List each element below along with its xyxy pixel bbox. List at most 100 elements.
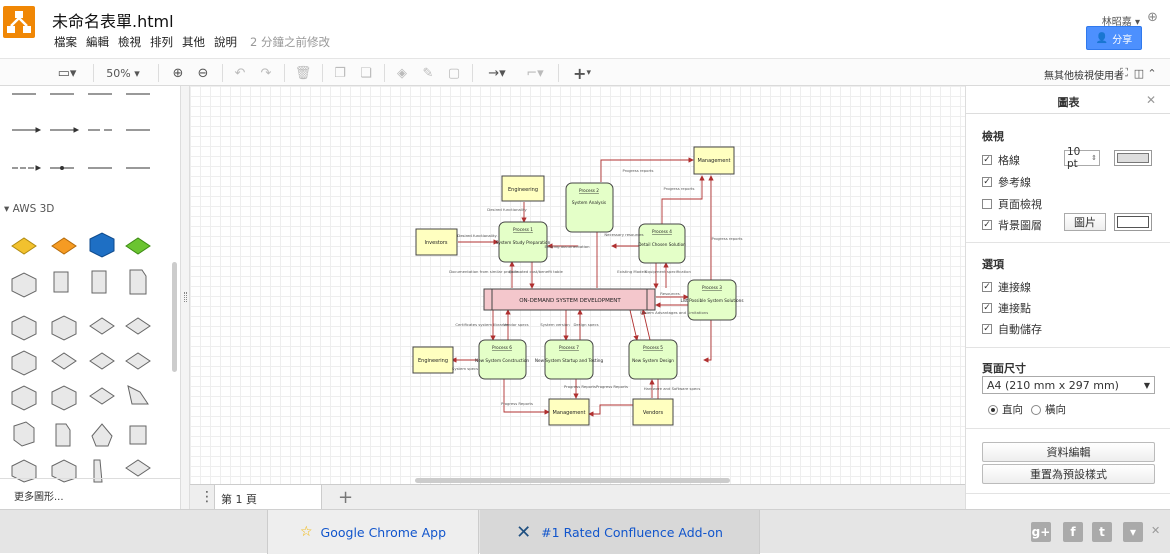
diagram[interactable]: ON-DEMAND SYSTEM DEVELOPMENT Engineering…	[190, 86, 965, 484]
checkbox-icon: ✓	[982, 303, 992, 313]
flow-label: Progress Reports	[596, 384, 628, 389]
process-2-id: Process 2	[579, 188, 599, 193]
background-layer-label: 背景圖層	[998, 219, 1042, 232]
confluence-label: #1 Rated Confluence Add-on	[541, 524, 723, 540]
process-5-id: Process 5	[643, 345, 663, 350]
page-format-icon[interactable]: ▭▾	[52, 63, 82, 83]
guides-label: 參考線	[998, 176, 1031, 189]
ext-management-top: Management	[698, 158, 731, 164]
autosave-label: 自動儲存	[998, 323, 1042, 336]
checkbox-icon: ✓	[982, 177, 992, 187]
facebook-icon[interactable]: f	[1063, 522, 1083, 542]
process-4-name: Detail Chosen Solution	[638, 242, 686, 247]
format-panel-title: 圖表	[966, 86, 1170, 114]
line-color-icon[interactable]: ✎	[418, 63, 438, 83]
twitter-icon[interactable]: t	[1092, 522, 1112, 542]
page-size-select[interactable]: A4 (210 mm x 297 mm) ▼	[982, 376, 1155, 394]
flow-label: Progress Reports	[564, 384, 596, 389]
reset-style-button[interactable]: 重置為預設樣式	[982, 464, 1155, 484]
zoom-out-icon[interactable]: ⊖	[193, 63, 213, 83]
waypoints-icon[interactable]: ⌐▾	[520, 63, 550, 83]
process-6-id: Process 6	[492, 345, 512, 350]
ext-investors: Investors	[425, 240, 448, 246]
background-color-button[interactable]	[1114, 213, 1152, 231]
checkbox-icon: ✓	[982, 282, 992, 292]
grid-size-input[interactable]: 10 pt ⇕	[1064, 146, 1100, 170]
menu-view[interactable]: 檢視	[118, 34, 141, 50]
menu-edit[interactable]: 編輯	[86, 34, 109, 50]
drawing-canvas[interactable]: ON-DEMAND SYSTEM DEVELOPMENT Engineering…	[190, 86, 965, 484]
shape-palette[interactable]	[0, 86, 181, 509]
redo-icon[interactable]: ↷	[256, 63, 276, 83]
more-shapes-link[interactable]: 更多圖形...	[14, 488, 64, 503]
globe-icon[interactable]: ⊕	[1147, 10, 1158, 25]
ext-engineering-bottom: Engineering	[418, 358, 448, 364]
fill-color-icon[interactable]: ◈	[392, 63, 412, 83]
drawio-logo	[3, 6, 35, 38]
confluence-icon: ✕	[516, 521, 532, 543]
chrome-app-ad[interactable]: ☆ Google Chrome App	[267, 510, 479, 554]
checkbox-icon: ✓	[982, 155, 992, 165]
canvas-hscrollbar[interactable]	[415, 478, 730, 483]
zoom-in-icon[interactable]: ⊕	[168, 63, 188, 83]
aws-3d-label: AWS 3D	[12, 203, 55, 215]
background-layer-checkbox[interactable]: ✓ 背景圖層	[982, 217, 1042, 233]
landscape-label: 橫向	[1045, 404, 1066, 416]
menu-help[interactable]: 說明	[214, 34, 237, 50]
delete-icon[interactable]: 🗑	[293, 63, 313, 83]
spinner-icon[interactable]: ⇕	[1091, 154, 1097, 162]
undo-icon[interactable]: ↶	[230, 63, 250, 83]
sidebar-splitter[interactable]	[181, 86, 190, 509]
flow-label: Desired functionality	[487, 207, 527, 212]
sidebar-scrollbar[interactable]	[172, 262, 177, 372]
grid-checkbox[interactable]: ✓ 格線	[982, 152, 1020, 168]
menu-file[interactable]: 檔案	[54, 34, 77, 50]
page-menu-icon[interactable]: ⋮	[200, 489, 214, 505]
edit-data-button[interactable]: 資料編輯	[982, 442, 1155, 462]
viewers-status: 無其他檢視使用者	[1044, 71, 1124, 82]
flow-label: Progress Reports	[501, 401, 533, 406]
tab-page-1[interactable]: 第 1 頁	[214, 485, 322, 510]
close-footer-icon[interactable]: ✕	[1151, 524, 1160, 537]
close-icon[interactable]: ✕	[1146, 93, 1156, 107]
shadow-icon[interactable]: ▢	[444, 63, 464, 83]
autosave-checkbox[interactable]: ✓ 自動儲存	[982, 321, 1042, 337]
page-1-label: 第 1 頁	[221, 493, 257, 506]
connection-points-checkbox[interactable]: ✓ 連接點	[982, 300, 1031, 316]
flow-label: Existing documentation	[544, 244, 590, 249]
page-view-checkbox[interactable]: 頁面檢視	[982, 196, 1042, 212]
document-title[interactable]: 未命名表單.html	[52, 8, 174, 32]
grid-color-button[interactable]	[1114, 150, 1152, 166]
share-button[interactable]: 👤 分享	[1086, 26, 1142, 50]
checkbox-icon: ✓	[982, 220, 992, 230]
collapse-icon[interactable]: ⌃	[1146, 63, 1158, 83]
menu-extras[interactable]: 其他	[182, 34, 205, 50]
flow-label: Progress reports	[664, 186, 695, 191]
to-back-icon[interactable]: ❏	[356, 63, 376, 83]
flow-label: Existing Models	[617, 269, 647, 274]
insert-icon[interactable]: + ▾	[567, 63, 597, 83]
image-button[interactable]: 圖片	[1064, 213, 1106, 231]
grid-color-swatch	[1117, 153, 1149, 163]
connection-arrows-checkbox[interactable]: ✓ 連接線	[982, 279, 1031, 295]
landscape-radio[interactable]	[1031, 404, 1041, 415]
confluence-addon-ad[interactable]: ✕ #1 Rated Confluence Add-on	[480, 510, 760, 554]
fullscreen-icon[interactable]: ⛶	[1117, 63, 1131, 83]
google-plus-icon[interactable]: g+	[1031, 522, 1051, 542]
add-page-button[interactable]: +	[338, 487, 353, 508]
aws-3d-section[interactable]: ▾ AWS 3D	[4, 203, 54, 215]
zoom-select[interactable]: 50% ▾	[98, 63, 148, 83]
flow-label: Equipment specification	[645, 269, 691, 274]
connection-icon[interactable]: →▾	[482, 63, 512, 83]
guides-checkbox[interactable]: ✓ 參考線	[982, 174, 1031, 190]
format-panel-icon[interactable]: ◫	[1133, 63, 1145, 83]
shapes-sidebar: ▾ AWS 3D 更多圖形...	[0, 86, 181, 509]
to-front-icon[interactable]: ❐	[330, 63, 350, 83]
page-view-label: 頁面檢視	[998, 198, 1042, 211]
feedback-icon[interactable]: ▾	[1123, 522, 1143, 542]
chevron-down-icon: ▼	[1143, 380, 1150, 390]
grid-size-value: 10 pt	[1067, 146, 1081, 170]
flow-label: Progress reports	[623, 168, 654, 173]
portrait-radio[interactable]	[988, 404, 998, 415]
menu-arrange[interactable]: 排列	[150, 34, 173, 50]
